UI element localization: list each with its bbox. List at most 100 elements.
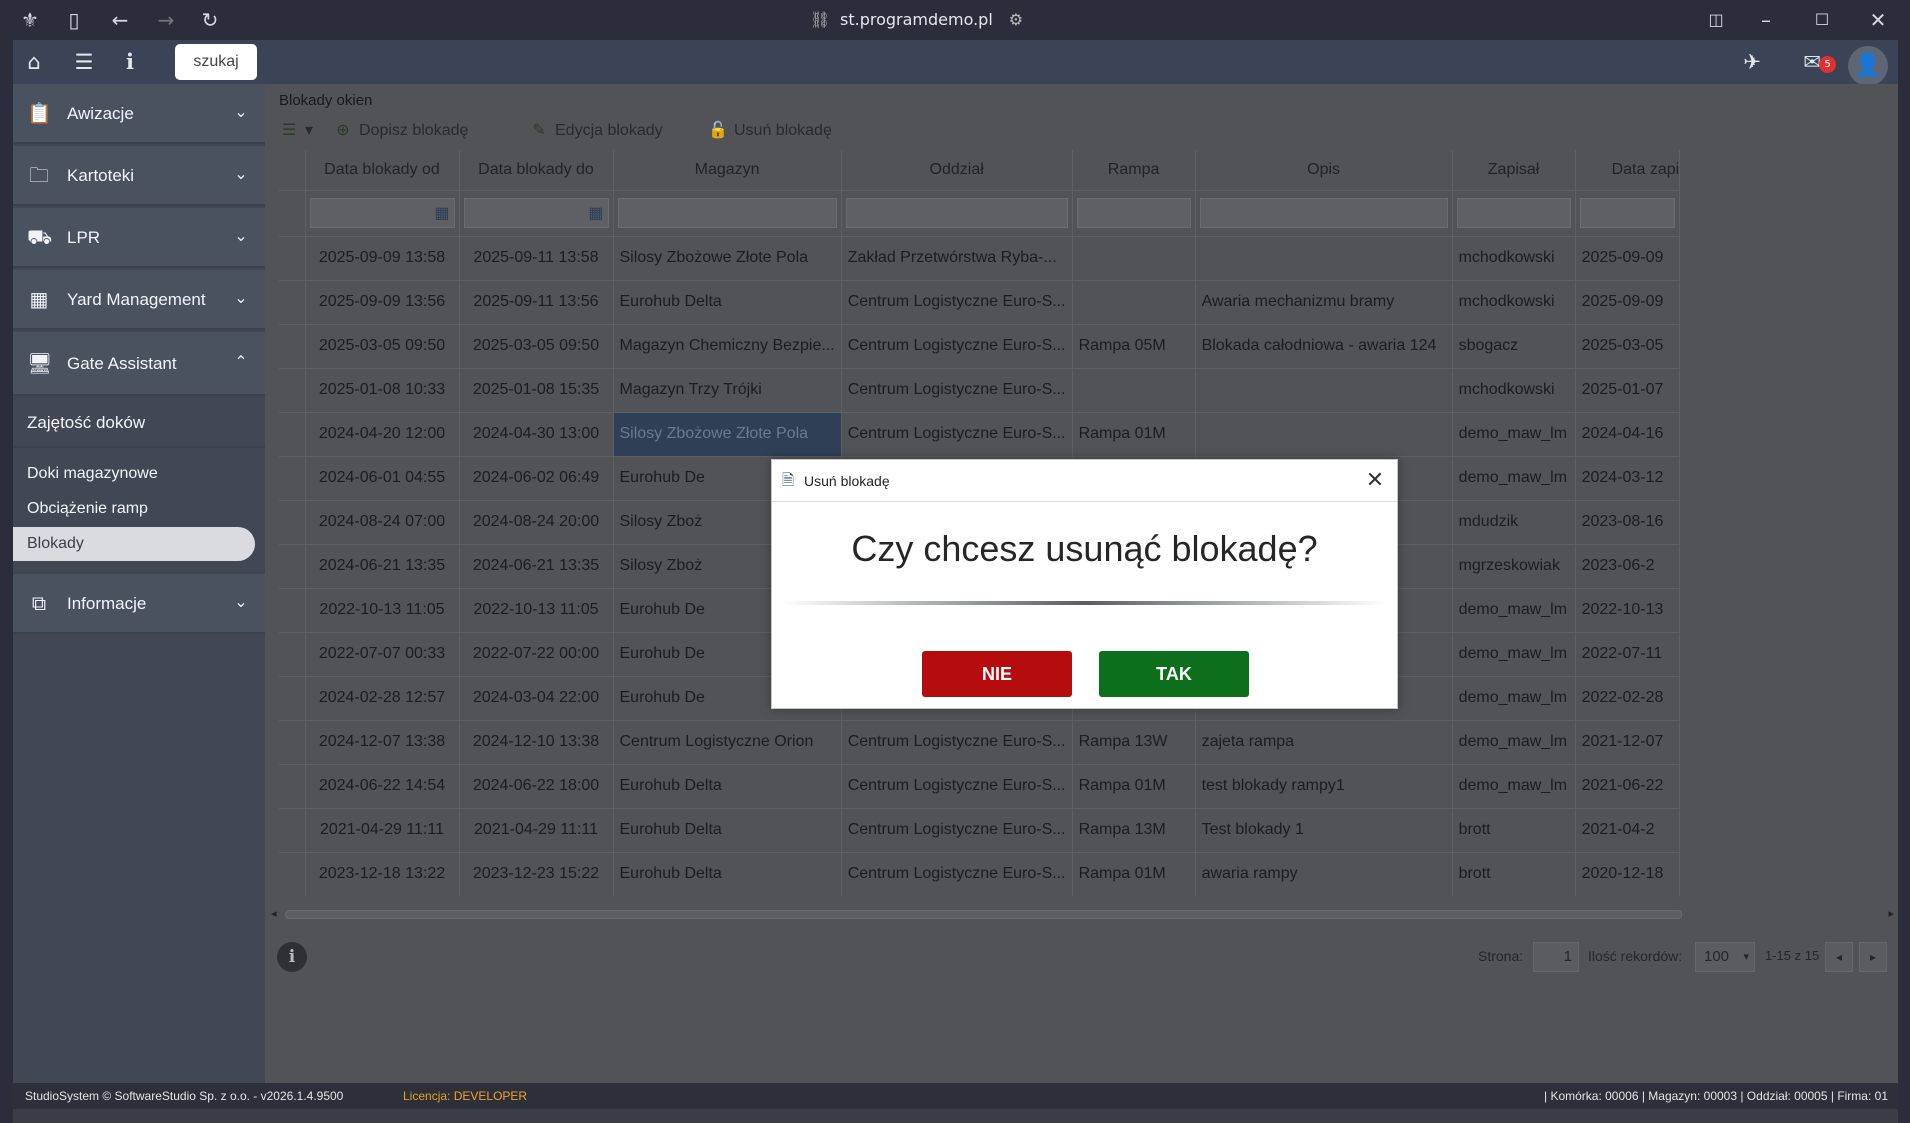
table-cell[interactable]: 2024-06-22 14:54 bbox=[305, 763, 460, 808]
sidebar-toggle-icon[interactable]: ▯ bbox=[62, 8, 86, 32]
table-cell[interactable]: 2025-03-05 bbox=[1575, 323, 1681, 368]
table-cell[interactable]: 2025-09-09 bbox=[1575, 235, 1681, 280]
row-gutter[interactable] bbox=[279, 763, 306, 808]
table-cell[interactable]: 2022-07-11 bbox=[1575, 631, 1681, 676]
home-icon[interactable]: ⌂ bbox=[21, 50, 47, 74]
table-cell[interactable]: mchodkowski bbox=[1452, 279, 1576, 324]
table-cell[interactable]: 2025-09-11 13:58 bbox=[459, 235, 614, 280]
table-cell[interactable]: demo_maw_lm bbox=[1452, 719, 1576, 764]
table-row[interactable]: 2025-01-08 10:33 2025-01-08 15:35 Magazyn … bbox=[279, 367, 1681, 412]
table-cell[interactable]: 2025-03-05 09:50 bbox=[459, 323, 614, 368]
table-cell[interactable]: mchodkowski bbox=[1452, 367, 1576, 412]
table-cell[interactable]: 2021-04-29 11:11 bbox=[305, 807, 460, 852]
table-cell[interactable]: Awaria mechanizmu bramy bbox=[1195, 279, 1453, 324]
menu-collapse-icon[interactable]: ☰ bbox=[71, 50, 97, 74]
row-gutter[interactable] bbox=[279, 235, 306, 280]
close-icon[interactable]: ✕ bbox=[1361, 465, 1389, 495]
sidebar-section-zajetosc-dokow[interactable]: Zajętość doków bbox=[13, 398, 265, 448]
table-row[interactable]: 2023-12-18 13:22 2023-12-23 15:22 Eurohub … bbox=[279, 851, 1681, 896]
scroll-left-icon[interactable]: ◂ bbox=[271, 907, 277, 920]
table-cell[interactable]: 2024-04-20 12:00 bbox=[305, 411, 460, 456]
table-cell[interactable]: 2025-01-08 15:35 bbox=[459, 367, 614, 412]
table-cell[interactable]: 2024-06-01 04:55 bbox=[305, 455, 460, 500]
sidebar-subitem-blokady[interactable]: Blokady bbox=[13, 527, 255, 561]
next-page-button[interactable]: ▸ bbox=[1859, 942, 1887, 972]
table-cell[interactable]: Centrum Logistyczne Euro-S... bbox=[841, 323, 1073, 368]
table-cell[interactable]: 2025-01-08 10:33 bbox=[305, 367, 460, 412]
table-cell[interactable]: 2024-02-28 12:57 bbox=[305, 675, 460, 720]
sidebar-subitem-obciazenie[interactable]: Obciążenie ramp bbox=[13, 492, 265, 526]
table-cell[interactable]: 2023-12-18 13:22 bbox=[305, 851, 460, 896]
table-cell[interactable]: Test blokady 1 bbox=[1195, 807, 1453, 852]
sidebar-item-gate-assistant[interactable]: 🖥 Gate Assistant ⌃ bbox=[13, 332, 265, 396]
table-row[interactable]: 2024-12-07 13:38 2024-12-10 13:38 Centrum … bbox=[279, 719, 1681, 764]
horizontal-scrollbar[interactable]: ◂ ▸ bbox=[269, 907, 1894, 921]
table-cell[interactable]: 2024-06-22 18:00 bbox=[459, 763, 614, 808]
table-cell[interactable]: demo_maw_lm bbox=[1452, 763, 1576, 808]
column-header[interactable]: Zapisał bbox=[1452, 150, 1576, 190]
yes-button[interactable]: TAK bbox=[1099, 651, 1249, 697]
add-block-button[interactable]: ⊕ Dopisz blokadę bbox=[333, 118, 468, 144]
sidebar-subitem-doki[interactable]: Doki magazynowe bbox=[13, 457, 265, 491]
table-cell[interactable]: Rampa 01M bbox=[1072, 411, 1196, 456]
table-cell[interactable]: 2023-12-23 15:22 bbox=[459, 851, 614, 896]
table-cell[interactable]: Centrum Logistyczne Euro-S... bbox=[841, 763, 1073, 808]
records-count-select[interactable]: 100 ▾ bbox=[1695, 942, 1755, 972]
table-cell[interactable]: Eurohub Delta bbox=[613, 279, 842, 324]
table-cell[interactable]: mchodkowski bbox=[1452, 235, 1576, 280]
row-gutter[interactable] bbox=[279, 807, 306, 852]
forward-arrow-icon[interactable]: → bbox=[154, 8, 178, 32]
table-cell[interactable]: 2025-01-07 bbox=[1575, 367, 1681, 412]
table-cell[interactable]: 2025-03-05 09:50 bbox=[305, 323, 460, 368]
table-cell[interactable]: 2024-12-10 13:38 bbox=[459, 719, 614, 764]
table-cell[interactable]: 2025-09-09 bbox=[1575, 279, 1681, 324]
table-cell[interactable]: Rampa 05M bbox=[1072, 323, 1196, 368]
table-cell[interactable]: 2020-12-18 bbox=[1575, 851, 1681, 896]
table-cell[interactable]: Zakład Przetwórstwa Ryba-... bbox=[841, 235, 1073, 280]
row-gutter[interactable] bbox=[279, 851, 306, 896]
reload-icon[interactable]: ↻ bbox=[198, 8, 222, 32]
table-cell[interactable]: Centrum Logistyczne Euro-S... bbox=[841, 411, 1073, 456]
column-header[interactable]: Data zapi bbox=[1575, 150, 1681, 190]
site-settings-icon[interactable]: ⚙ bbox=[1009, 9, 1027, 31]
table-cell[interactable]: 2024-06-21 13:35 bbox=[459, 543, 614, 588]
grid-menu-button[interactable]: ☰ ▾ bbox=[279, 118, 313, 144]
table-cell[interactable]: Eurohub Delta bbox=[613, 851, 842, 896]
row-gutter[interactable] bbox=[279, 323, 306, 368]
table-cell[interactable]: Magazyn Trzy Trójki bbox=[613, 367, 842, 412]
table-cell[interactable]: demo_maw_lm bbox=[1452, 411, 1576, 456]
table-cell[interactable]: 2025-09-09 13:56 bbox=[305, 279, 460, 324]
maximize-icon[interactable]: ☐ bbox=[1810, 8, 1834, 32]
sidebar-item-yard-management[interactable]: ▦ Yard Management ⌄ bbox=[13, 270, 265, 330]
column-header[interactable]: Opis bbox=[1195, 150, 1453, 190]
row-gutter[interactable] bbox=[279, 411, 306, 456]
back-arrow-icon[interactable]: ← bbox=[108, 8, 132, 32]
table-cell[interactable]: awaria rampy bbox=[1195, 851, 1453, 896]
table-cell[interactable]: Silosy Zbożowe Złote Pola bbox=[613, 411, 842, 456]
table-cell[interactable]: brott bbox=[1452, 851, 1576, 896]
table-cell[interactable]: zajeta rampa bbox=[1195, 719, 1453, 764]
table-row[interactable]: 2024-04-20 12:00 2024-04-30 13:00 Silosy Z… bbox=[279, 411, 1681, 456]
row-gutter[interactable] bbox=[279, 631, 306, 676]
table-cell[interactable]: Magazyn Chemiczny Bezpie... bbox=[613, 323, 842, 368]
filter-input[interactable] bbox=[1456, 198, 1571, 228]
info-icon[interactable]: i bbox=[117, 50, 143, 74]
search-button[interactable]: szukaj bbox=[175, 44, 257, 80]
table-cell[interactable]: 2024-12-07 13:38 bbox=[305, 719, 460, 764]
row-gutter[interactable] bbox=[279, 279, 306, 324]
table-cell[interactable]: mgrzeskowiak bbox=[1452, 543, 1576, 588]
scroll-right-icon[interactable]: ▸ bbox=[1888, 907, 1894, 920]
table-row[interactable]: 2024-06-22 14:54 2024-06-22 18:00 Eurohub … bbox=[279, 763, 1681, 808]
calendar-icon[interactable]: ▦ bbox=[434, 203, 449, 223]
table-cell[interactable]: 2023-06-2 bbox=[1575, 543, 1681, 588]
table-cell[interactable]: 2022-10-13 bbox=[1575, 587, 1681, 632]
close-window-icon[interactable]: ✕ bbox=[1866, 8, 1890, 32]
table-cell[interactable]: 2024-08-24 20:00 bbox=[459, 499, 614, 544]
table-cell[interactable]: brott bbox=[1452, 807, 1576, 852]
table-cell[interactable]: 2024-04-16 bbox=[1575, 411, 1681, 456]
table-cell[interactable]: Eurohub Delta bbox=[613, 763, 842, 808]
table-cell[interactable]: 2024-06-02 06:49 bbox=[459, 455, 614, 500]
table-row[interactable]: 2025-09-09 13:56 2025-09-11 13:56 Eurohub … bbox=[279, 279, 1681, 324]
user-avatar-icon[interactable]: 👤 bbox=[1848, 46, 1888, 86]
info-icon[interactable]: i bbox=[277, 942, 307, 972]
